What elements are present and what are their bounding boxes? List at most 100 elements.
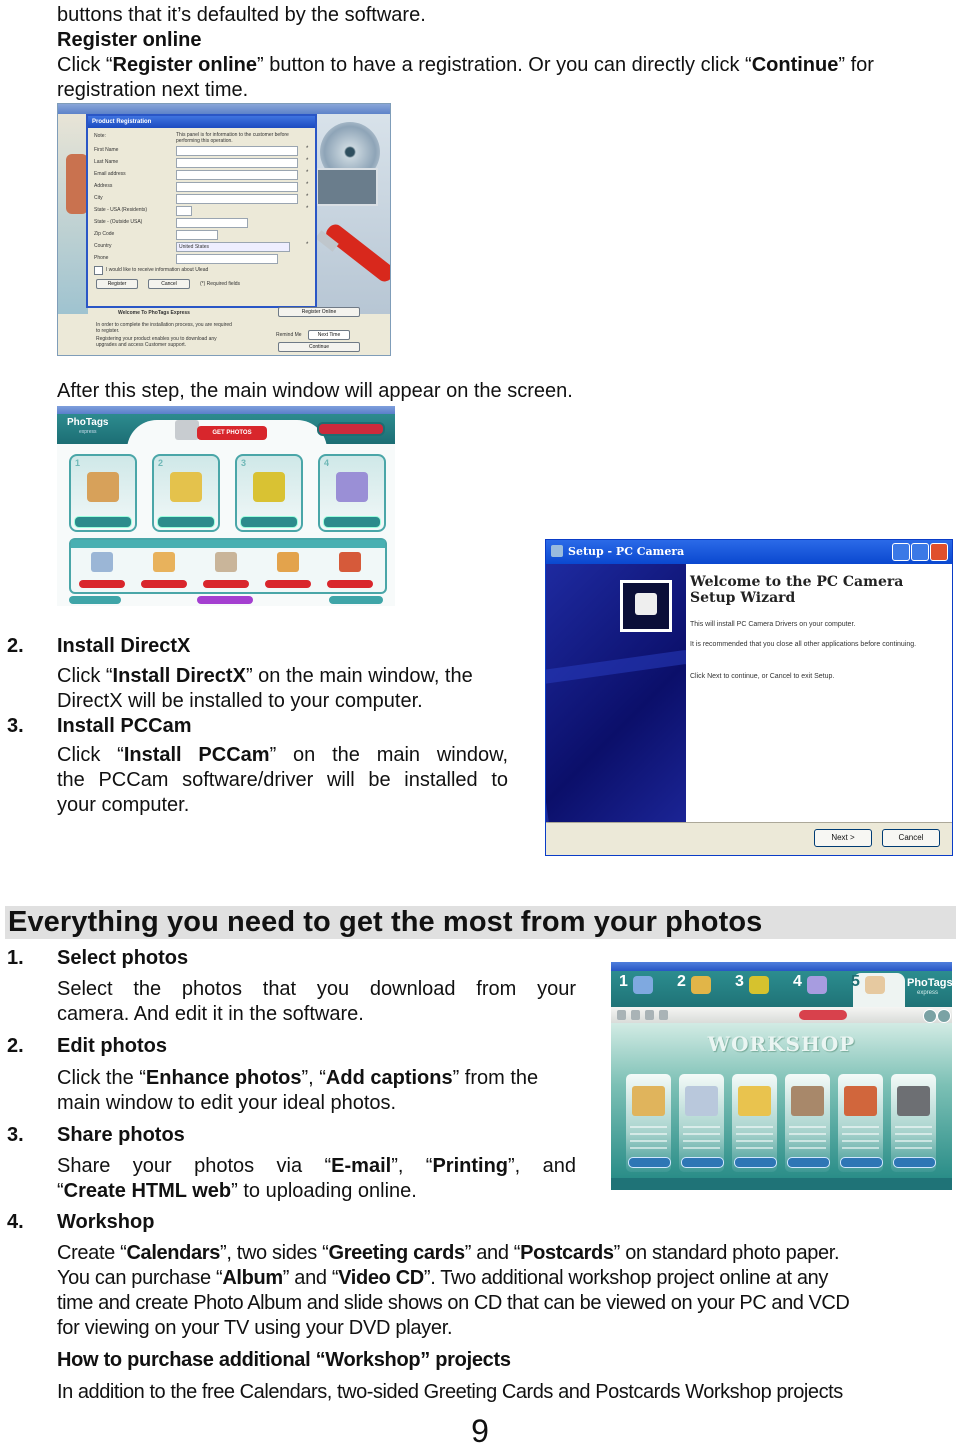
feature-tile[interactable]: 1 (69, 454, 137, 532)
newsletter-checkbox[interactable] (94, 266, 103, 275)
tile-button[interactable] (157, 516, 215, 528)
tile-number: 2 (158, 458, 164, 468)
cancel-button[interactable]: Cancel (882, 829, 940, 847)
field-input[interactable] (176, 170, 298, 180)
workshop-item[interactable] (141, 552, 187, 588)
card-button[interactable] (787, 1157, 830, 1168)
required-marker: * (306, 182, 309, 188)
close-button[interactable] (930, 543, 948, 561)
feature-tile[interactable]: 4 (318, 454, 386, 532)
tile-button[interactable] (240, 516, 298, 528)
card-button[interactable] (840, 1157, 883, 1168)
card-button[interactable] (734, 1157, 777, 1168)
maximize-button[interactable] (911, 543, 929, 561)
workshop-item[interactable] (327, 552, 373, 588)
install-pccam-heading: Install PCCam (57, 715, 192, 737)
feature-tile[interactable]: 3 (235, 454, 303, 532)
tab-number[interactable]: 3 (735, 973, 744, 991)
workshop-heading: Workshop (57, 1211, 155, 1233)
continue-button[interactable]: Continue (278, 342, 360, 352)
card-text-line (736, 1140, 773, 1142)
remind-select[interactable]: Next Time (308, 330, 350, 340)
register-button[interactable]: Register (96, 279, 138, 289)
photags-main-window-screenshot: PhoTags express GET PHOTOS 1 2 3 4 (57, 406, 395, 606)
minimize-button[interactable] (892, 543, 910, 561)
card-button[interactable] (628, 1157, 671, 1168)
cancel-button[interactable]: Cancel (148, 279, 190, 289)
workshop-card[interactable] (679, 1074, 724, 1172)
required-note: (*) Required fields (200, 281, 241, 287)
field-label: First Name (94, 147, 119, 153)
toolbar-icon[interactable] (617, 1010, 626, 1020)
tab-icon[interactable] (691, 976, 711, 994)
field-input[interactable]: United States (176, 242, 290, 252)
toolbar-icon[interactable] (631, 1010, 640, 1020)
field-input[interactable] (176, 254, 278, 264)
help-icon[interactable] (923, 1009, 937, 1023)
card-button[interactable] (681, 1157, 724, 1168)
workshop-item-button[interactable] (203, 580, 249, 588)
install-directx-term: Install DirectX (112, 665, 246, 687)
edit-photos-heading: Edit photos (57, 1035, 167, 1057)
tab-number[interactable]: 5 (851, 973, 860, 991)
feature-tile[interactable]: 2 (152, 454, 220, 532)
workshop-item-button[interactable] (327, 580, 373, 588)
card-text-line (789, 1133, 826, 1135)
field-input[interactable] (176, 206, 192, 216)
buy-more-button[interactable] (799, 1010, 847, 1020)
workshop-item-button[interactable] (265, 580, 311, 588)
workshop-bar (71, 540, 385, 548)
workshop-title: WORKSHOP (707, 1032, 856, 1056)
register-online-button[interactable]: Register Online (278, 307, 360, 317)
workshop-card[interactable] (838, 1074, 883, 1172)
settings-icon[interactable] (937, 1009, 951, 1023)
field-input[interactable] (176, 218, 248, 228)
wizard-paragraph-2: It is recommended that you close all oth… (690, 641, 917, 648)
field-input[interactable] (176, 146, 298, 156)
preferences-button[interactable] (69, 596, 121, 604)
text-fragment: ” from the (452, 1067, 539, 1089)
workshop-panel (69, 538, 387, 594)
wizard-heading: Welcome to the PC Camera Setup Wizard (690, 574, 904, 606)
tab-icon[interactable] (865, 976, 885, 994)
workshop-item-button[interactable] (79, 580, 125, 588)
workshop-item[interactable] (265, 552, 311, 588)
tab-icon[interactable] (633, 976, 653, 994)
tab-number[interactable]: 1 (619, 973, 628, 991)
minimize-button[interactable] (317, 422, 385, 436)
workshop-item-icon (215, 552, 237, 572)
text-fragment: Click “ (57, 744, 124, 766)
workshop-item[interactable] (203, 552, 249, 588)
help-button[interactable] (197, 596, 253, 604)
workshop-card[interactable] (626, 1074, 671, 1172)
remind-label: Remind Me (276, 332, 302, 338)
toolbar-icon[interactable] (659, 1010, 668, 1020)
tile-button[interactable] (74, 516, 132, 528)
item-number: 4. (7, 1211, 24, 1233)
camera-icon (175, 420, 199, 440)
tab-icon[interactable] (749, 976, 769, 994)
get-photos-button[interactable]: GET PHOTOS (197, 426, 267, 440)
info-text-2: Registering your product enables you to … (96, 336, 217, 348)
field-input[interactable] (176, 230, 218, 240)
tab-number[interactable]: 4 (793, 973, 802, 991)
field-input[interactable] (176, 158, 298, 168)
workshop-card[interactable] (785, 1074, 830, 1172)
card-image (897, 1086, 930, 1116)
workshop-item[interactable] (79, 552, 125, 588)
field-label: Phone (94, 255, 109, 261)
workshop-card[interactable] (732, 1074, 777, 1172)
field-input[interactable] (176, 194, 298, 204)
exit-button[interactable] (329, 596, 383, 604)
tile-button[interactable] (323, 516, 381, 528)
tab-icon[interactable] (807, 976, 827, 994)
field-input[interactable] (176, 182, 298, 192)
next-button[interactable]: Next > (814, 829, 872, 847)
workshop-card[interactable] (891, 1074, 936, 1172)
card-button[interactable] (893, 1157, 936, 1168)
tab-number[interactable]: 2 (677, 973, 686, 991)
text-fragment: ” on standard photo paper. (613, 1242, 840, 1264)
toolbar-icon[interactable] (645, 1010, 654, 1020)
workshop-item-button[interactable] (141, 580, 187, 588)
camcorder-graphic (316, 168, 378, 206)
